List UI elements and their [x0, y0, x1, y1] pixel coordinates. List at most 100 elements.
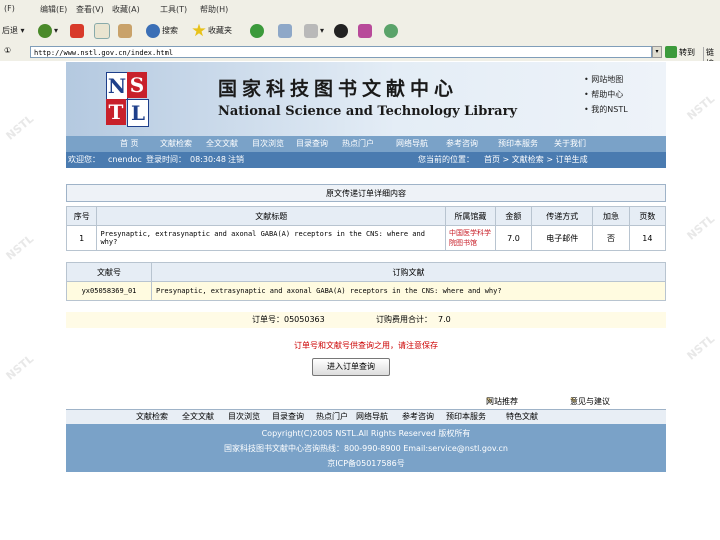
address-label: ① [4, 46, 12, 55]
nstl-page: N S T L 国家科技图书文献中心 National Science and … [65, 62, 667, 472]
col-header: 文献号 [66, 262, 152, 282]
suggest-label: 意见与建议 [570, 397, 610, 406]
login-time: 08:30:48 [190, 155, 226, 164]
nav-web-guide[interactable]: 网络导航 [396, 136, 428, 152]
watermark: NSTL [684, 92, 718, 123]
location-label: 您当前的位置： [418, 155, 474, 164]
site-title-en: National Science and Technology Library [218, 104, 517, 119]
logo-letter: S [127, 72, 147, 98]
history-icon [250, 23, 264, 38]
order-table: 序号 文献标题 所属馆藏 金额 传递方式 加急 页数 1 Presynaptic… [65, 206, 667, 251]
document-id: yx05058369_01 [66, 281, 152, 301]
penguin-icon [334, 23, 348, 38]
back-button[interactable]: 后退 ▾ [2, 23, 25, 39]
nav-reference[interactable]: 参考咨询 [446, 136, 478, 152]
nav-contents[interactable]: 目次浏览 [252, 136, 284, 152]
logout-link[interactable]: 注销 [228, 152, 244, 168]
qq-button[interactable] [334, 23, 350, 39]
footer-nav: 文献检索 全文文献 目次浏览 目录查询 热点门户 网络导航 参考咨询 预印本服务… [66, 409, 666, 424]
menu-file[interactable]: (F) [4, 4, 15, 13]
address-dropdown-icon[interactable]: ▾ [652, 46, 662, 58]
table-row: 1 Presynaptic, extrasynaptic and axonal … [65, 225, 667, 251]
cell-no: 1 [65, 225, 98, 251]
footer-link[interactable]: 特色文献 [506, 410, 538, 424]
site-footer: Copyright(C)2005 NSTL.All Rights Reserve… [66, 424, 666, 472]
order-no: 05050363 [284, 315, 325, 324]
footer-link[interactable]: 预印本服务 [446, 410, 486, 424]
table-row: yx05058369_01 Presynaptic, extrasynaptic… [66, 281, 666, 301]
col-header: 序号 [65, 206, 98, 226]
search-button[interactable]: 搜索 [146, 23, 178, 39]
logo-letter: N [106, 72, 128, 100]
warning-text: 订单号和文献号供查询之用，请注意保存 [294, 341, 438, 350]
footer-link[interactable]: 全文文献 [182, 410, 214, 424]
dropdown-icon: ▾ [20, 26, 25, 35]
nav-preprint[interactable]: 预印本服务 [498, 136, 538, 152]
messenger-icon [384, 23, 398, 38]
footer-link[interactable]: 文献检索 [136, 410, 168, 424]
order-query-button[interactable]: 进入订单查询 [312, 358, 390, 376]
forward-button[interactable]: ▾ [38, 23, 58, 39]
print-button[interactable]: ▾ [304, 23, 324, 39]
footer-link[interactable]: 目次浏览 [228, 410, 260, 424]
star-icon [192, 23, 206, 37]
address-bar: ① http://www.nstl.gov.cn/index.html ▾ 转到… [0, 44, 720, 69]
my-nstl-link[interactable]: • 我的NSTL [584, 104, 664, 119]
menu-edit[interactable]: 编辑(E) [40, 4, 67, 15]
back-label: 后退 [2, 26, 18, 35]
mail-icon [278, 23, 292, 38]
welcome-bar: 欢迎您： cnendoc 登录时间： 08:30:48 注销 您当前的位置： 首… [66, 152, 666, 168]
col-header: 所属馆藏 [445, 206, 496, 226]
footer-link[interactable]: 热点门户 [316, 410, 348, 424]
help-link[interactable]: • 帮助中心 [584, 89, 664, 104]
nav-search[interactable]: 文献检索 [160, 136, 192, 152]
nav-catalog[interactable]: 目录查询 [296, 136, 328, 152]
order-no-label: 订单号： [252, 315, 284, 324]
nav-portal[interactable]: 热点门户 [342, 136, 374, 152]
home-button[interactable] [118, 23, 134, 39]
mail-button[interactable] [278, 23, 294, 39]
footer-link[interactable]: 参考咨询 [402, 410, 434, 424]
browser-toolbar: 后退 ▾ ▾ 搜索 收藏夹 ▾ [0, 18, 720, 45]
site-title-cn: 国家科技图书文献中心 [218, 78, 459, 100]
site-header: N S T L 国家科技图书文献中心 National Science and … [66, 62, 666, 136]
sitemap-link[interactable]: • 网站地图 [584, 74, 664, 89]
menu-favorites[interactable]: 收藏(A) [112, 4, 140, 15]
address-input[interactable]: http://www.nstl.gov.cn/index.html [30, 46, 652, 58]
nstl-logo: N S T L [106, 72, 149, 128]
nav-about[interactable]: 关于我们 [554, 136, 586, 152]
logo-letter: T [106, 99, 126, 125]
nav-fulltext[interactable]: 全文文献 [206, 136, 238, 152]
footer-link[interactable]: 目录查询 [272, 410, 304, 424]
col-header: 页数 [628, 206, 667, 226]
nav-home[interactable]: 首 页 [120, 136, 139, 152]
recommend-label: 网站推荐 [486, 397, 518, 406]
tool-button[interactable] [358, 23, 374, 39]
cell-method: 电子邮件 [531, 225, 594, 251]
document-title: Presynaptic, extrasynaptic and axonal GA… [151, 281, 666, 301]
go-button[interactable]: 转到 [679, 47, 695, 58]
menu-view[interactable]: 查看(V) [76, 4, 104, 15]
welcome-label: 欢迎您： [68, 155, 100, 164]
login-time-label: 登录时间： [146, 155, 186, 164]
menu-help[interactable]: 帮助(H) [200, 4, 228, 15]
menu-tools[interactable]: 工具(T) [160, 4, 187, 15]
refresh-button[interactable] [94, 23, 112, 39]
detail-table: 文献号 订购文献 yx05058369_01 Presynaptic, extr… [66, 262, 666, 301]
watermark: NSTL [684, 212, 718, 243]
forward-arrow-icon [38, 23, 52, 38]
messenger-button[interactable] [384, 23, 400, 39]
cell-amount: 7.0 [494, 225, 533, 251]
menu-bar: (F) 编辑(E) 查看(V) 收藏(A) 工具(T) 帮助(H) [0, 0, 720, 19]
icp-number: 京ICP备05017586号 [327, 459, 405, 468]
copyright: Copyright(C)2005 NSTL.All Rights Reserve… [261, 429, 471, 438]
cell-title: Presynaptic, extrasynaptic and axonal GA… [96, 225, 446, 251]
go-arrow-icon[interactable] [665, 46, 677, 58]
cell-library: 中国医学科学院图书馆 [445, 225, 496, 251]
stop-button[interactable] [70, 23, 86, 39]
favorites-button[interactable]: 收藏夹 [192, 23, 232, 39]
main-nav: 首 页 文献检索 全文文献 目次浏览 目录查询 热点门户 网络导航 参考咨询 预… [66, 136, 666, 152]
history-button[interactable] [250, 23, 266, 39]
footer-link[interactable]: 网络导航 [356, 410, 388, 424]
watermark: NSTL [3, 352, 37, 383]
